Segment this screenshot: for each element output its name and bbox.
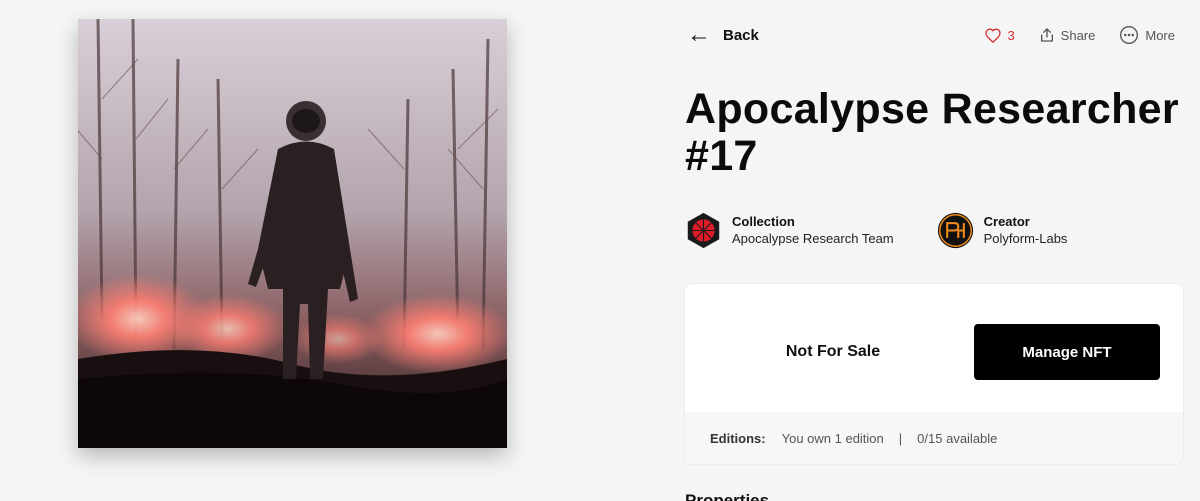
share-label: Share [1060,27,1096,43]
editions-owned: You own 1 edition [781,430,884,446]
collection-name: Apocalypse Research Team [732,231,894,246]
share-button[interactable]: Share [1039,27,1096,43]
more-icon [1120,26,1139,44]
nft-artwork[interactable] [78,19,507,448]
collection-avatar [687,212,720,249]
more-button[interactable]: More [1119,25,1175,45]
more-label: More [1145,27,1175,43]
creator-avatar [937,212,973,249]
title-line-2: #17 [685,132,758,180]
sale-status: Not For Sale [785,343,881,360]
creator-label: Creator [983,214,1030,229]
back-label: Back [723,26,759,44]
heart-icon [985,27,1002,43]
back-button[interactable]: ← Back [687,21,759,48]
back-arrow-icon: ← [687,21,711,48]
manage-nft-button[interactable]: Manage NFT [974,324,1160,380]
editions-available: 0/15 available [917,430,998,446]
nft-detail-panel: ← Back 3 Share More Apocalypse Researche… [685,0,1185,501]
meta-row: Collection Apocalypse Research Team Crea… [685,212,1067,249]
sale-card: Not For Sale Manage NFT Editions: You ow… [685,284,1183,464]
collection-link[interactable]: Collection Apocalypse Research Team [685,212,894,249]
creator-link[interactable]: Creator Polyform-Labs [937,212,1068,249]
page-title: Apocalypse Researcher #17 [685,86,1185,180]
share-icon [1040,28,1053,42]
action-group: 3 Share More [985,25,1175,45]
top-bar: ← Back 3 Share More [685,21,1185,50]
editions-separator: | [898,430,903,446]
creator-name: Polyform-Labs [983,231,1068,246]
like-button[interactable]: 3 [985,27,1015,43]
editions-bar: Editions: You own 1 edition | 0/15 avail… [685,412,1183,464]
like-count: 3 [1007,27,1015,43]
title-line-1: Apocalypse Researcher [685,85,1179,133]
editions-label: Editions: [710,430,766,446]
properties-heading: Properties [685,491,770,501]
collection-label: Collection [732,214,795,229]
artwork-image [78,19,507,448]
